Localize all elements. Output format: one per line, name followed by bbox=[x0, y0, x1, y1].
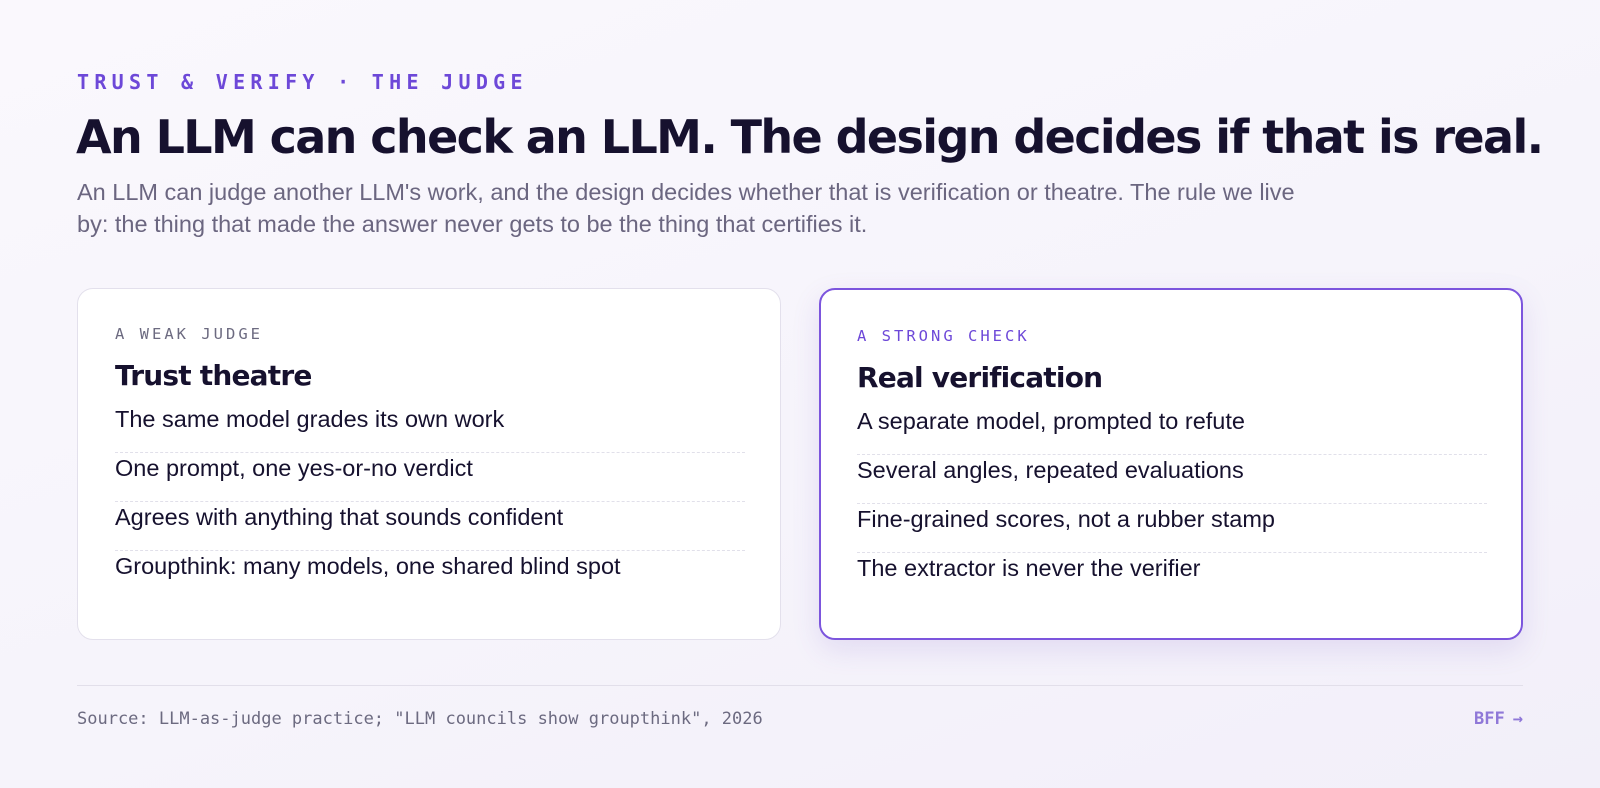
footer-mark-label: BFF bbox=[1474, 709, 1505, 729]
section-eyebrow: TRUST & VERIFY · THE JUDGE bbox=[77, 70, 528, 94]
strong-check-card-content: A STRONG CHECK Real verification A separ… bbox=[857, 326, 1487, 602]
strong-check-list: A separate model, prompted to refute Sev… bbox=[857, 406, 1487, 602]
strong-check-item: Several angles, repeated evaluations bbox=[857, 455, 1487, 504]
weak-judge-title: Trust theatre bbox=[115, 359, 312, 392]
weak-judge-item: The same model grades its own work bbox=[115, 404, 745, 453]
strong-check-item: Fine-grained scores, not a rubber stamp bbox=[857, 504, 1487, 553]
strong-check-title: Real verification bbox=[857, 361, 1103, 394]
strong-check-kicker: A STRONG CHECK bbox=[857, 327, 1030, 345]
footer-divider bbox=[77, 685, 1523, 686]
weak-judge-list: The same model grades its own work One p… bbox=[115, 404, 745, 600]
weak-judge-item: Groupthink: many models, one shared blin… bbox=[115, 553, 621, 579]
page-title: An LLM can check an LLM. The design deci… bbox=[76, 110, 1544, 164]
weak-judge-card-content: A WEAK JUDGE Trust theatre The same mode… bbox=[115, 324, 745, 600]
weak-judge-item: One prompt, one yes-or-no verdict bbox=[115, 453, 745, 502]
weak-judge-kicker: A WEAK JUDGE bbox=[115, 325, 263, 343]
arrow-right-icon: → bbox=[1512, 709, 1523, 729]
weak-judge-card: A WEAK JUDGE Trust theatre The same mode… bbox=[77, 288, 781, 640]
weak-judge-item: Agrees with anything that sounds confide… bbox=[115, 502, 745, 551]
strong-check-item: The extractor is never the verifier bbox=[857, 555, 1201, 581]
slide: TRUST & VERIFY · THE JUDGE An LLM can ch… bbox=[76, 0, 1544, 788]
page-lede: An LLM can judge another LLM's work, and… bbox=[77, 179, 1295, 237]
strong-check-item: A separate model, prompted to refute bbox=[857, 406, 1487, 455]
footer-mark: BFF → bbox=[1474, 708, 1523, 730]
strong-check-card: A STRONG CHECK Real verification A separ… bbox=[819, 288, 1523, 640]
source-citation: Source: LLM-as-judge practice; "LLM coun… bbox=[77, 709, 763, 729]
